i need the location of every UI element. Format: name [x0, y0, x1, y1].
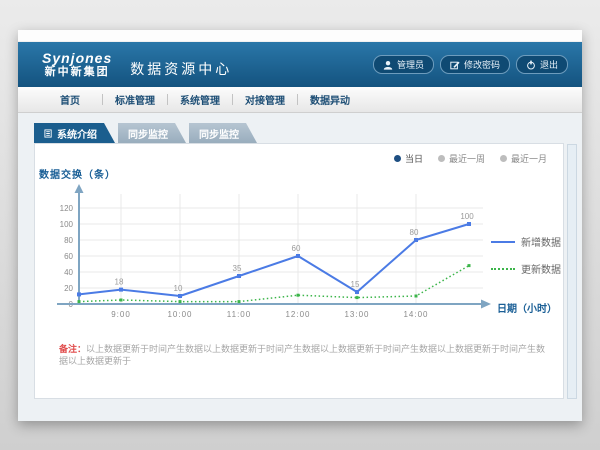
nav-item-0[interactable]: 首页	[38, 92, 102, 107]
y-axis-arrow	[75, 184, 84, 193]
data-point	[78, 300, 81, 303]
data-point-label: 100	[460, 212, 474, 221]
chart-legend: 新增数据更新数据	[491, 234, 561, 276]
data-point	[237, 274, 241, 278]
app-window: Synjones 新中新集团 数据资源中心 管理员修改密码退出 首页标准管理系统…	[18, 30, 582, 421]
filter-last-month[interactable]: 最近一月	[500, 152, 547, 165]
x-tick-label: 11:00	[227, 310, 251, 319]
change-password-button-label: 修改密码	[464, 58, 500, 71]
y-axis-title: 数据交换（条）	[39, 166, 116, 181]
radio-dot	[500, 155, 507, 162]
y-tick-label: 20	[64, 284, 73, 293]
x-tick-label: 10:00	[167, 310, 192, 319]
data-point	[178, 294, 182, 298]
tab-sync-monitor-2-label: 同步监控	[199, 126, 239, 141]
tab-system-intro[interactable]: 系统介绍	[34, 123, 115, 143]
admin-user-button-label: 管理员	[397, 58, 424, 71]
nav-item-4[interactable]: 数据异动	[298, 92, 362, 107]
data-point	[297, 294, 300, 297]
series-line-1	[79, 266, 469, 302]
x-tick-label: 9:00	[111, 310, 131, 319]
y-tick-label: 120	[60, 204, 74, 213]
change-password-button[interactable]: 修改密码	[440, 55, 510, 74]
nav-item-1[interactable]: 标准管理	[103, 92, 167, 107]
legend-swatch	[491, 268, 515, 270]
data-point	[120, 299, 123, 302]
data-point-label: 15	[351, 280, 360, 289]
tab-sync-monitor-2[interactable]: 同步监控	[189, 123, 257, 143]
data-point	[467, 222, 471, 226]
x-axis-title: 日期（小时）	[497, 300, 557, 315]
x-axis-arrow	[481, 300, 491, 309]
edit-icon	[450, 60, 460, 70]
line-chart: 0204060801001209:0010:0011:0012:0013:001…	[35, 184, 500, 329]
y-tick-label: 100	[60, 220, 74, 229]
y-tick-label: 60	[64, 252, 73, 261]
radio-dot	[438, 155, 445, 162]
legend-item-1: 更新数据	[491, 261, 561, 276]
tab-sync-monitor-1[interactable]: 同步监控	[118, 123, 186, 143]
data-point	[296, 254, 300, 258]
window-top-strip	[18, 30, 582, 42]
main-panel: 当日最近一周最近一月 数据交换（条） 0204060801001209:0010…	[34, 143, 564, 399]
tab-system-intro-label: 系统介绍	[57, 126, 97, 141]
data-point	[238, 300, 241, 303]
time-filter-group: 当日 最近一周 最近一月	[394, 152, 547, 165]
logout-button[interactable]: 退出	[516, 55, 568, 74]
logout-button-label: 退出	[540, 58, 558, 71]
header-actions: 管理员 修改密码 退出	[373, 55, 568, 74]
footnote: 备注：以上数据更新于时间产生数据以上数据更新于时间产生数据以上数据更新于时间产生…	[59, 343, 549, 368]
filter-today-label: 当日	[405, 152, 423, 165]
logo-text-en: Synjones	[42, 50, 112, 66]
footnote-text: 以上数据更新于时间产生数据以上数据更新于时间产生数据以上数据更新于时间产生数据以…	[59, 344, 545, 367]
x-tick-label: 12:00	[285, 310, 310, 319]
admin-user-button[interactable]: 管理员	[373, 55, 434, 74]
data-point	[179, 300, 182, 303]
data-point	[414, 238, 418, 242]
footnote-label: 备注：	[59, 344, 86, 354]
data-point	[77, 292, 81, 296]
data-point-label: 18	[115, 278, 124, 287]
legend-swatch	[491, 241, 515, 243]
app-header: Synjones 新中新集团 数据资源中心 管理员 修改密码 退出	[18, 42, 582, 87]
main-nav: 首页标准管理系统管理对接管理数据异动	[18, 87, 582, 113]
radio-dot	[394, 155, 401, 162]
y-tick-label: 40	[64, 268, 73, 277]
content-area: 系统介绍同步监控同步监控 当日最近一周最近一月 数据交换（条） 02040608…	[18, 113, 582, 421]
legend-label: 更新数据	[521, 261, 561, 276]
data-point-label: 60	[292, 244, 301, 253]
data-point	[415, 295, 418, 298]
user-icon	[383, 60, 393, 70]
power-icon	[526, 60, 536, 70]
x-tick-label: 13:00	[344, 310, 369, 319]
data-point	[119, 288, 123, 292]
document-icon	[44, 129, 53, 138]
scrollbar-track[interactable]	[567, 144, 577, 399]
data-point	[356, 296, 359, 299]
data-point-label: 35	[233, 264, 242, 273]
app-title: 数据资源中心	[130, 59, 232, 79]
x-tick-label: 14:00	[403, 310, 428, 319]
tab-bar: 系统介绍 同步监控 同步监控	[34, 123, 260, 143]
data-point	[355, 290, 359, 294]
nav-item-2[interactable]: 系统管理	[168, 92, 232, 107]
y-tick-label: 80	[64, 236, 73, 245]
legend-label: 新增数据	[521, 234, 561, 249]
logo-text-cn: 新中新集团	[42, 66, 112, 79]
data-point-label: 10	[174, 284, 183, 293]
legend-item-0: 新增数据	[491, 234, 561, 249]
filter-today[interactable]: 当日	[394, 152, 423, 165]
filter-last-month-label: 最近一月	[511, 152, 547, 165]
tab-sync-monitor-1-label: 同步监控	[128, 126, 168, 141]
company-logo: Synjones 新中新集团	[42, 50, 112, 79]
nav-item-3[interactable]: 对接管理	[233, 92, 297, 107]
filter-last-week-label: 最近一周	[449, 152, 485, 165]
data-point	[468, 264, 471, 267]
filter-last-week[interactable]: 最近一周	[438, 152, 485, 165]
data-point-label: 80	[410, 228, 419, 237]
